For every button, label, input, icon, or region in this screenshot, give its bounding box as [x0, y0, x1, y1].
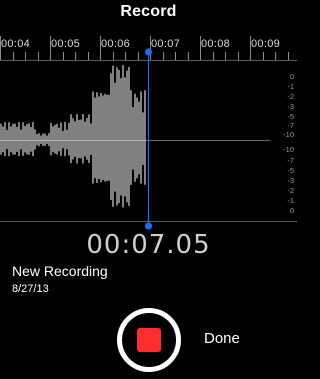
ruler-tick [150, 36, 151, 60]
ruler-tick [100, 36, 101, 60]
time-label-0008: 00:08 [201, 38, 231, 50]
record-stop-button[interactable] [117, 308, 181, 372]
elapsed-time-readout: 00:07.05 [86, 230, 211, 260]
recording-name[interactable]: New Recording [12, 263, 108, 279]
ruler-tick [125, 52, 126, 60]
playhead-bottom-handle [144, 222, 153, 230]
time-label-0005: 00:05 [51, 38, 81, 50]
waveform-area[interactable]: 0 -1 -2 -3 -5 -7 -10 -10 -7 -5 -3 -2 -1 … [0, 60, 297, 222]
page-title: Record [120, 3, 177, 20]
ruler-tick [212, 52, 214, 60]
time-label-0007: 00:07 [151, 38, 181, 50]
ruler-tick [0, 36, 1, 60]
ruler-tick [287, 52, 289, 60]
waveform [0, 65, 146, 208]
ruler-tick [137, 52, 139, 60]
time-label-0006: 00:06 [101, 38, 131, 50]
ruler-tick [187, 52, 189, 60]
ruler-tick [162, 52, 164, 60]
ruler-tick [275, 52, 276, 60]
ruler-tick [25, 52, 26, 60]
ruler-tick [237, 52, 239, 60]
waveform-bars [0, 65, 146, 208]
timeline-ruler[interactable]: 00:04 00:05 00:06 00:07 00:08 00:09 [0, 30, 297, 60]
time-label-0009: 00:09 [251, 38, 281, 50]
ruler-tick [250, 36, 251, 60]
ruler-tick [112, 52, 114, 60]
done-button[interactable]: Done [204, 330, 240, 347]
ruler-tick [200, 36, 201, 60]
stop-square-icon [137, 328, 161, 352]
ruler-tick [262, 52, 264, 60]
ruler-tick [87, 52, 89, 60]
ruler-tick [75, 52, 76, 60]
ruler-tick [37, 52, 39, 60]
ruler-tick [175, 52, 176, 60]
ruler-tick [12, 52, 14, 60]
time-label-0004: 00:04 [1, 38, 31, 50]
ruler-tick [50, 36, 51, 60]
ruler-tick [62, 52, 64, 60]
recording-date: 8/27/13 [12, 283, 49, 295]
ruler-tick [225, 52, 226, 60]
